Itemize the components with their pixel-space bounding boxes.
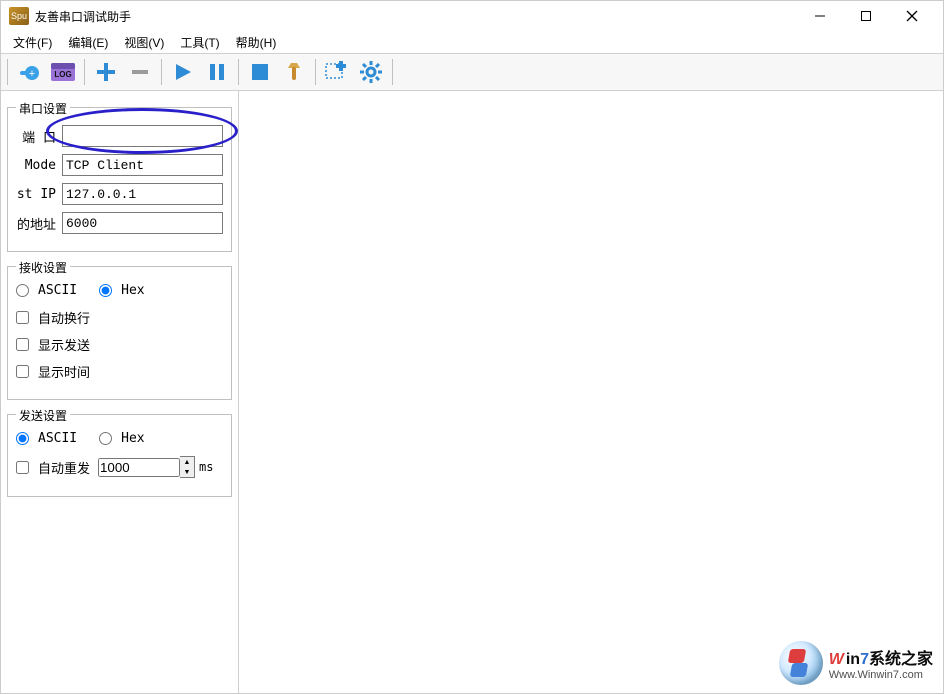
output-area: Win7系统之家 Www.Winwin7.com [239, 91, 943, 693]
toolbar-connect-button[interactable]: + [14, 57, 44, 87]
send-hex-radio[interactable]: Hex [99, 431, 144, 446]
addr-select[interactable]: 6000 [62, 212, 223, 234]
toolbar-clear-button[interactable] [279, 57, 309, 87]
app-icon: Spu [9, 7, 29, 25]
menu-edit[interactable]: 编辑(E) [60, 32, 116, 53]
watermark-url: Www.Winwin7.com [829, 669, 933, 681]
toolbar-remove-button[interactable] [125, 57, 155, 87]
mode-label: Mode [14, 158, 56, 173]
menu-view[interactable]: 视图(V) [116, 32, 172, 53]
title-bar: Spu 友善串口调试助手 [1, 1, 943, 31]
interval-unit: ms [199, 460, 213, 474]
toolbar-stop-button[interactable] [245, 57, 275, 87]
resend-interval-spinner[interactable]: ▲▼ [180, 456, 195, 478]
svg-text:LOG: LOG [54, 70, 71, 79]
toolbar-log-button[interactable]: LOG [48, 57, 78, 87]
send-settings-group: 发送设置 ASCII Hex 自动重发 ▲▼ ms [7, 414, 232, 497]
watermark: Win7系统之家 Www.Winwin7.com [779, 641, 933, 685]
receive-settings-group: 接收设置 ASCII Hex 自动换行 显示发送 显示时间 [7, 266, 232, 400]
show-send-checkbox[interactable]: 显示发送 [16, 335, 90, 354]
mode-select[interactable]: TCP Client [62, 154, 223, 176]
resend-interval-input[interactable] [98, 458, 180, 477]
recv-legend: 接收设置 [16, 259, 70, 276]
window-title: 友善串口调试助手 [35, 8, 131, 25]
port-label: 端 口 [14, 127, 56, 146]
toolbar-add-button[interactable] [91, 57, 121, 87]
send-ascii-radio[interactable]: ASCII [16, 431, 77, 446]
auto-resend-checkbox[interactable]: 自动重发 [16, 458, 90, 477]
toolbar-settings-button[interactable] [356, 57, 386, 87]
send-legend: 发送设置 [16, 407, 70, 424]
ip-select[interactable]: 127.0.0.1 [62, 183, 223, 205]
port-select[interactable]: TCP/UDP [62, 125, 223, 147]
close-button[interactable] [889, 1, 935, 31]
menu-tools[interactable]: 工具(T) [172, 32, 227, 53]
svg-text:+: + [29, 68, 35, 80]
menu-file[interactable]: 文件(F) [5, 32, 60, 53]
settings-sidebar: 串口设置 端 口 TCP/UDP Mode TCP Client st IP 1… [1, 91, 239, 693]
toolbar-new-window-button[interactable] [322, 57, 352, 87]
show-time-checkbox[interactable]: 显示时间 [16, 362, 90, 381]
toolbar-play-button[interactable] [168, 57, 198, 87]
toolbar: + LOG [1, 53, 943, 91]
recv-ascii-radio[interactable]: ASCII [16, 283, 77, 298]
menu-help[interactable]: 帮助(H) [228, 32, 285, 53]
menu-bar: 文件(F) 编辑(E) 视图(V) 工具(T) 帮助(H) [1, 31, 943, 53]
watermark-logo-icon [779, 641, 823, 685]
addr-label: 的地址 [14, 214, 56, 233]
toolbar-pause-button[interactable] [202, 57, 232, 87]
serial-legend: 串口设置 [16, 100, 70, 117]
watermark-brand: Win7系统之家 [829, 645, 933, 669]
content-area: 串口设置 端 口 TCP/UDP Mode TCP Client st IP 1… [1, 91, 943, 693]
minimize-button[interactable] [797, 1, 843, 31]
serial-settings-group: 串口设置 端 口 TCP/UDP Mode TCP Client st IP 1… [7, 107, 232, 252]
ip-label: st IP [14, 187, 56, 202]
maximize-button[interactable] [843, 1, 889, 31]
recv-hex-radio[interactable]: Hex [99, 283, 144, 298]
auto-wrap-checkbox[interactable]: 自动换行 [16, 308, 90, 327]
